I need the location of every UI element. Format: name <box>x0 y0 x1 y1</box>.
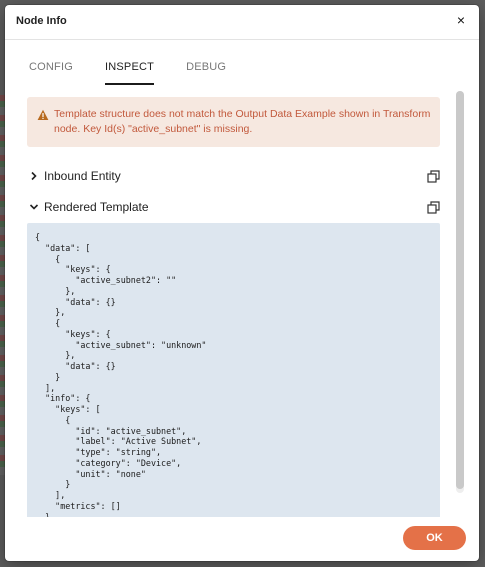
chevron-down-icon <box>29 204 39 210</box>
copy-icon[interactable] <box>427 170 440 183</box>
section-inbound-entity[interactable]: Inbound Entity <box>27 168 440 186</box>
node-info-dialog: Node Info × CONFIG INSPECT DEBUG Templat… <box>5 5 479 561</box>
copy-icon[interactable] <box>427 201 440 214</box>
dialog-header: Node Info × <box>5 5 479 40</box>
tab-inspect[interactable]: INSPECT <box>104 61 155 85</box>
chevron-right-icon <box>31 171 37 181</box>
dialog-title: Node Info <box>16 15 67 27</box>
section-rendered-template[interactable]: Rendered Template <box>27 199 440 217</box>
close-button[interactable]: × <box>454 13 468 27</box>
content-scrollbar[interactable] <box>456 91 464 493</box>
tab-bar: CONFIG INSPECT DEBUG <box>29 61 258 85</box>
warning-banner: Template structure does not match the Ou… <box>27 97 440 147</box>
tab-config[interactable]: CONFIG <box>29 61 73 83</box>
section-label-inbound-entity: Inbound Entity <box>44 169 121 183</box>
warning-message: Template structure does not match the Ou… <box>54 108 431 135</box>
warning-triangle-icon <box>37 109 49 120</box>
section-label-rendered-template: Rendered Template <box>44 200 149 214</box>
scrollbar-thumb[interactable] <box>456 91 464 489</box>
close-icon: × <box>456 12 466 28</box>
rendered-template-code: { "data": [ { "keys": { "active_subnet2"… <box>35 232 207 517</box>
ok-button[interactable]: OK <box>403 526 466 550</box>
tab-debug[interactable]: DEBUG <box>186 61 226 83</box>
inspect-panel: Template structure does not match the Ou… <box>27 97 440 517</box>
rendered-template-code-block: { "data": [ { "keys": { "active_subnet2"… <box>27 223 440 517</box>
